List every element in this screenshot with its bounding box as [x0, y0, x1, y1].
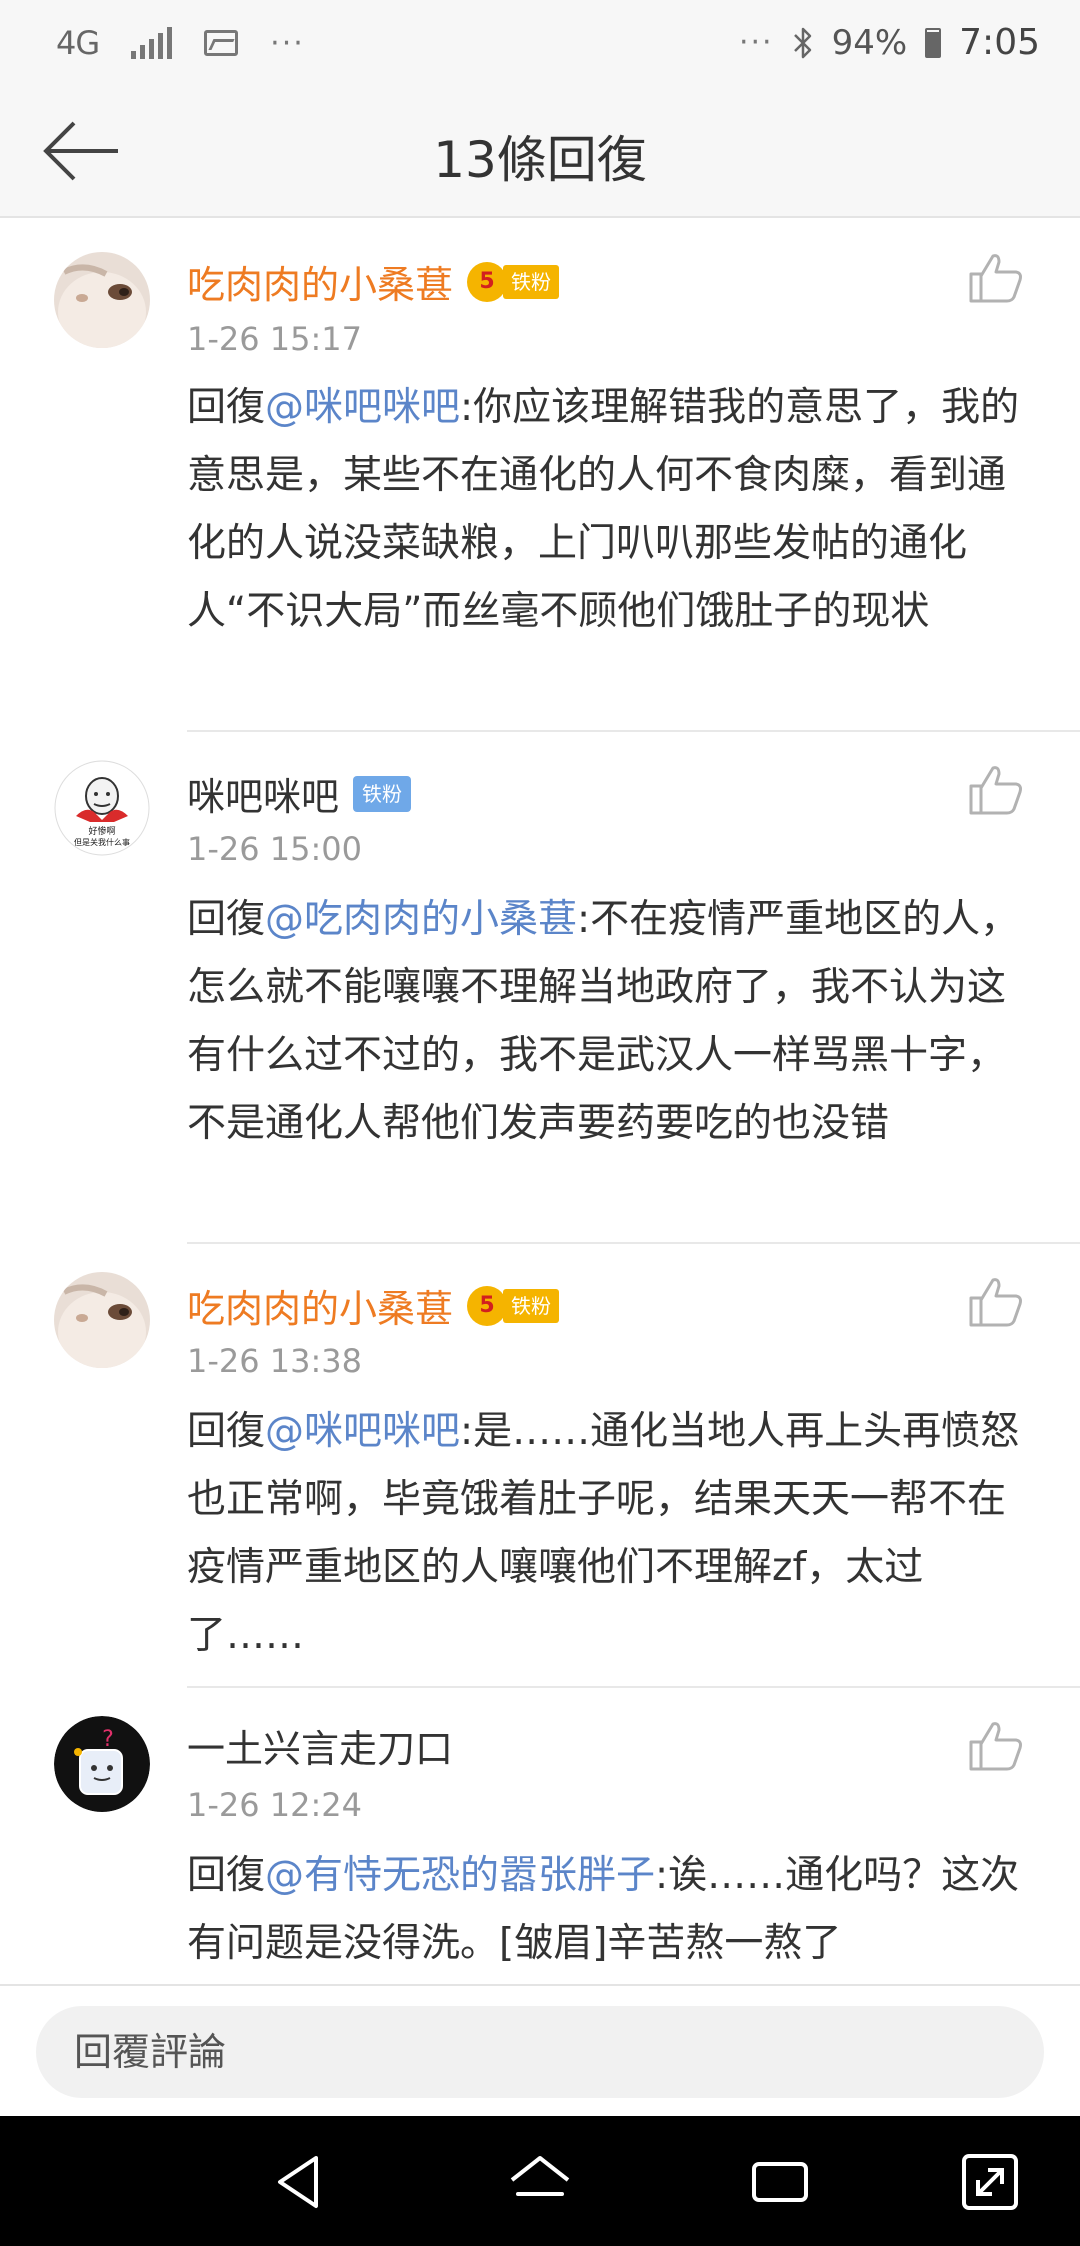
status-left: 4G ··· — [56, 24, 305, 62]
bluetooth-icon — [793, 27, 811, 58]
battery-icon — [925, 27, 942, 58]
clock: 7:05 — [959, 22, 1040, 63]
avatar[interactable]: ? — [54, 1716, 150, 1812]
comment-time: 1-26 12:24 — [187, 1786, 363, 1824]
fan-badge-label: 铁粉 — [503, 1288, 560, 1323]
reply-prefix: 回復 — [187, 1853, 266, 1898]
author-name[interactable]: 一土兴言走刀口 — [187, 1718, 453, 1773]
comment-content[interactable]: 回復@吃肉肉的小桑葚:不在疫情严重地区的人，怎么就不能嚷嚷不理解当地政府了，我不… — [187, 886, 1035, 1158]
header: 13條回復 — [0, 88, 1080, 218]
status-right: ··· 94% 7:05 — [739, 22, 1040, 63]
author-name[interactable]: 吃肉肉的小桑葚 — [187, 1278, 453, 1333]
cat-avatar-icon — [54, 252, 150, 348]
status-bar: 4G ··· ··· 94% 7:05 — [0, 0, 1080, 88]
avatar[interactable]: 好惨啊 但是关我什么事 — [54, 760, 150, 856]
nav-back-icon — [278, 2156, 318, 2208]
page-title: 13條回復 — [433, 131, 647, 189]
nav-rotate-button[interactable] — [958, 2150, 1022, 2214]
reply-bar: 回覆評論 — [0, 1984, 1080, 2118]
divider — [187, 730, 1080, 732]
navigation-bar — [0, 2116, 1080, 2246]
more-status-icon: ··· — [738, 25, 774, 60]
network-type: 4G — [56, 24, 100, 62]
crown-level-icon: 5 — [467, 1285, 508, 1326]
crown-level-icon: 5 — [467, 261, 508, 302]
divider — [187, 1686, 1080, 1688]
cat-avatar-icon — [54, 1272, 150, 1368]
signal-icon — [131, 27, 173, 59]
comment-content[interactable]: 回復@咪吧咪吧:你应该理解错我的意思了，我的意思是，某些不在通化的人何不食肉糜，… — [187, 374, 1035, 646]
rotate-screen-icon — [962, 2154, 1018, 2210]
mention-link[interactable]: @吃肉肉的小桑葚 — [265, 897, 577, 942]
comment-time: 1-26 15:17 — [187, 320, 363, 358]
screen: 4G ··· ··· 94% 7:05 13條回復 吃肉肉的小桑葚 5 铁粉 1… — [0, 0, 1080, 2246]
comment-content[interactable]: 回復@咪吧咪吧:是……通化当地人再上头再愤怒也正常啊，毕竟饿着肚子呢，结果天天一… — [187, 1398, 1035, 1670]
comment-content[interactable]: 回復@有恃无恐的嚣张胖子:诶……通化吗？这次有问题是没得洗。[皱眉]辛苦熬一熬了 — [187, 1842, 1035, 1978]
comment-time: 1-26 15:00 — [187, 830, 363, 868]
image-notification-icon — [204, 30, 239, 56]
cartoon-avatar-icon: ? — [54, 1716, 150, 1812]
like-button[interactable] — [968, 252, 1024, 304]
avatar[interactable] — [54, 1272, 150, 1368]
nav-back-button[interactable] — [270, 2150, 334, 2214]
author-name[interactable]: 吃肉肉的小桑葚 — [187, 254, 453, 309]
like-button[interactable] — [968, 1720, 1024, 1772]
like-button[interactable] — [968, 1276, 1024, 1328]
fan-badge-label: 铁粉 — [353, 775, 412, 812]
author: 一土兴言走刀口 — [187, 1718, 453, 1773]
author-name[interactable]: 咪吧咪吧 — [187, 766, 339, 821]
mention-link[interactable]: @咪吧咪吧 — [265, 1409, 460, 1454]
thumbs-up-icon — [969, 1722, 1022, 1771]
like-button[interactable] — [968, 764, 1024, 816]
battery-percent: 94% — [831, 22, 908, 63]
nav-recents-icon — [752, 2162, 808, 2202]
more-notifications-icon: ··· — [270, 25, 305, 61]
meme-avatar-icon: 好惨啊 但是关我什么事 — [54, 760, 150, 856]
svg-text:但是关我什么事: 但是关我什么事 — [74, 837, 130, 847]
thumbs-up-icon — [969, 766, 1022, 815]
avatar[interactable] — [54, 252, 150, 348]
nav-recents-button[interactable] — [748, 2150, 812, 2214]
svg-text:好惨啊: 好惨啊 — [88, 825, 115, 837]
fan-badge: 5 铁粉 — [467, 261, 560, 302]
comment-time: 1-26 13:38 — [187, 1342, 363, 1380]
mention-link[interactable]: @有恃无恐的嚣张胖子 — [265, 1853, 655, 1898]
reply-prefix: 回復 — [187, 897, 266, 942]
fan-badge: 5 铁粉 — [467, 1285, 560, 1326]
svg-text:?: ? — [102, 1727, 114, 1752]
fan-badge-label: 铁粉 — [503, 264, 560, 299]
reply-comment-input[interactable]: 回覆評論 — [36, 2006, 1044, 2098]
author: 吃肉肉的小桑葚 5 铁粉 — [187, 1278, 560, 1333]
author: 吃肉肉的小桑葚 5 铁粉 — [187, 254, 560, 309]
reply-prefix: 回復 — [187, 385, 266, 430]
reply-prefix: 回復 — [187, 1409, 266, 1454]
thumbs-up-icon — [969, 254, 1022, 303]
author: 咪吧咪吧 铁粉 — [187, 766, 412, 821]
divider — [187, 1242, 1080, 1244]
nav-home-button[interactable] — [508, 2150, 572, 2214]
mention-link[interactable]: @咪吧咪吧 — [265, 385, 460, 430]
comment-list[interactable]: 吃肉肉的小桑葚 5 铁粉 1-26 15:17 回復@咪吧咪吧:你应该理解错我的… — [0, 218, 1080, 1984]
nav-home-icon — [510, 2156, 570, 2196]
thumbs-up-icon — [969, 1278, 1022, 1327]
